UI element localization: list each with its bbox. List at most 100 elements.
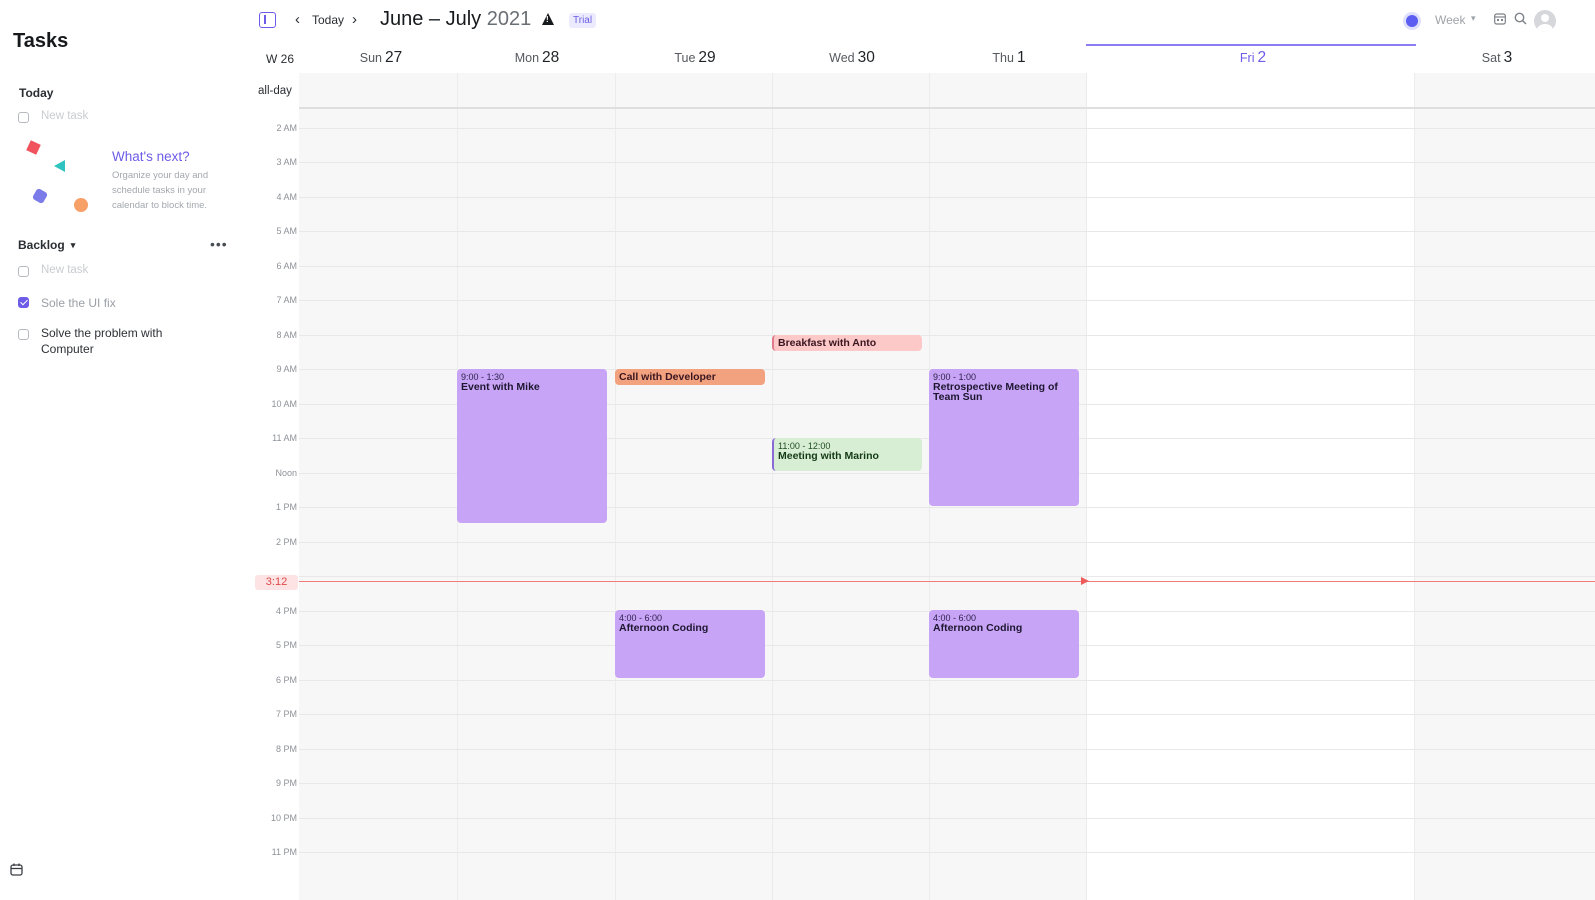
hour-line	[299, 197, 1595, 198]
task-item[interactable]: Sole the UI fix	[18, 295, 191, 311]
hour-line	[299, 818, 1595, 819]
chevron-down-icon[interactable]: ▾	[1471, 13, 1476, 24]
event-block[interactable]: Call with Developer	[615, 369, 765, 385]
day-header-fri[interactable]: Fri 2	[1198, 49, 1308, 67]
hour-label: 10 AM	[271, 399, 297, 409]
hour-label: 11 PM	[271, 847, 297, 857]
today-indicator-bar	[1086, 44, 1416, 46]
hour-label: 2 AM	[276, 123, 297, 133]
hour-label: 5 PM	[275, 640, 297, 650]
today-section-heading: Today	[19, 86, 54, 100]
day-header-sun[interactable]: Sun 27	[326, 49, 436, 67]
backlog-heading: Backlog	[18, 238, 65, 252]
event-block[interactable]: 9:00 - 1:30 Event with Mike	[457, 369, 607, 523]
title-months: June – July	[380, 8, 482, 30]
hour-label: 9 PM	[275, 778, 297, 788]
avatar-icon[interactable]	[1534, 10, 1556, 32]
hour-label: 2 PM	[275, 537, 297, 547]
hour-line	[299, 335, 1595, 336]
task-label: Sole the UI fix	[41, 296, 116, 310]
task-item[interactable]: Solve the problem with Computer	[18, 325, 191, 357]
hour-label: 1 PM	[275, 502, 297, 512]
day-header-wed[interactable]: Wed 30	[797, 49, 907, 67]
hour-line	[299, 783, 1595, 784]
event-block[interactable]: Breakfast with Anto	[772, 335, 922, 351]
hour-line	[299, 266, 1595, 267]
new-task-input[interactable]: New task	[41, 110, 88, 122]
warning-icon[interactable]	[542, 13, 554, 25]
event-block[interactable]: 11:00 - 12:00 Meeting with Marino	[772, 438, 922, 471]
hour-label: 4 PM	[275, 606, 297, 616]
today-button[interactable]: Today	[312, 13, 344, 27]
hour-label: 5 AM	[276, 226, 297, 236]
hour-line	[299, 300, 1595, 301]
hour-line	[299, 852, 1595, 853]
task-checkbox[interactable]	[18, 329, 29, 340]
search-icon[interactable]	[1514, 12, 1527, 30]
hour-label: 8 PM	[275, 744, 297, 754]
teal-triangle-shape	[54, 160, 65, 172]
calendar-main: ‹ Today › June – July 2021 Trial Week ▾ …	[246, 0, 1595, 900]
hour-label: 6 AM	[276, 261, 297, 271]
current-time-label: 3:12	[255, 575, 298, 590]
hour-line	[299, 680, 1595, 681]
event-title: Meeting with Marino	[778, 450, 879, 462]
event-title: Event with Mike	[461, 381, 540, 393]
hour-label: Noon	[275, 468, 297, 478]
hour-label: 10 PM	[270, 813, 297, 823]
hour-label: 9 AM	[276, 364, 297, 374]
event-title: Afternoon Coding	[619, 622, 709, 634]
task-checkbox-checked[interactable]	[18, 297, 29, 308]
new-task-checkbox[interactable]	[18, 266, 29, 277]
event-title: Breakfast with Anto	[778, 337, 877, 349]
backlog-toggle[interactable]: Backlog ▾	[18, 238, 75, 252]
orange-circle-shape	[74, 198, 88, 212]
week-grid[interactable]: 9:00 - 1:30 Event with Mike Call with De…	[299, 73, 1595, 900]
new-task-checkbox[interactable]	[18, 112, 29, 123]
hour-line	[299, 162, 1595, 163]
title-year: 2021	[486, 8, 532, 30]
event-block[interactable]: 4:00 - 6:00 Afternoon Coding	[929, 610, 1079, 678]
day-header-mon[interactable]: Mon 28	[482, 49, 592, 67]
hour-label: 8 AM	[276, 330, 297, 340]
view-select[interactable]: Week	[1435, 13, 1465, 27]
tasks-sidebar: Tasks Today New task What's next? Organi…	[0, 0, 246, 900]
whats-next-title: What's next?	[112, 149, 190, 164]
day-header-sat[interactable]: Sat 3	[1442, 49, 1552, 67]
hour-label: 11 AM	[272, 433, 297, 443]
today-new-task-row[interactable]: New task	[18, 110, 88, 123]
more-icon[interactable]: •••	[210, 236, 228, 252]
backlog-new-task-row[interactable]: New task	[18, 264, 88, 277]
current-time-line	[299, 581, 1595, 582]
current-time-marker	[1081, 577, 1089, 585]
chevron-right-icon[interactable]: ›	[352, 11, 357, 28]
purple-hexagon-shape	[31, 187, 49, 205]
event-block[interactable]: 4:00 - 6:00 Afternoon Coding	[615, 610, 765, 678]
chevron-left-icon[interactable]: ‹	[295, 11, 300, 28]
calendar-icon[interactable]	[10, 863, 23, 881]
date-range-title: June – July 2021	[380, 8, 531, 31]
task-label: Solve the problem with Computer	[41, 326, 163, 356]
hour-line	[299, 231, 1595, 232]
event-title: Retrospective Meeting of Team Sun	[933, 381, 1058, 403]
event-block[interactable]: 9:00 - 1:00 Retrospective Meeting of Tea…	[929, 369, 1079, 506]
hour-line	[299, 714, 1595, 715]
day-header-tue[interactable]: Tue 29	[640, 49, 750, 67]
hour-label: 7 PM	[275, 709, 297, 719]
week-number: W 26	[266, 52, 295, 66]
all-day-label: all-day	[258, 85, 292, 97]
hour-line	[299, 542, 1595, 543]
day-header-thu[interactable]: Thu 1	[954, 49, 1064, 67]
whats-next-description: Organize your day and schedule tasks in …	[112, 170, 209, 211]
sidebar-toggle-icon[interactable]	[259, 12, 276, 28]
new-task-input[interactable]: New task	[41, 264, 88, 276]
sidebar-title: Tasks	[13, 30, 69, 52]
hour-label: 7 AM	[276, 295, 297, 305]
trial-badge[interactable]: Trial	[569, 13, 597, 28]
calendar-icon[interactable]	[1494, 12, 1506, 30]
calendar-toolbar: ‹ Today › June – July 2021 Trial Week ▾	[246, 0, 1595, 42]
hour-line	[299, 128, 1595, 129]
status-dot-icon[interactable]	[1403, 12, 1421, 30]
hour-label: 6 PM	[275, 675, 297, 685]
hour-label: 4 AM	[276, 192, 297, 202]
